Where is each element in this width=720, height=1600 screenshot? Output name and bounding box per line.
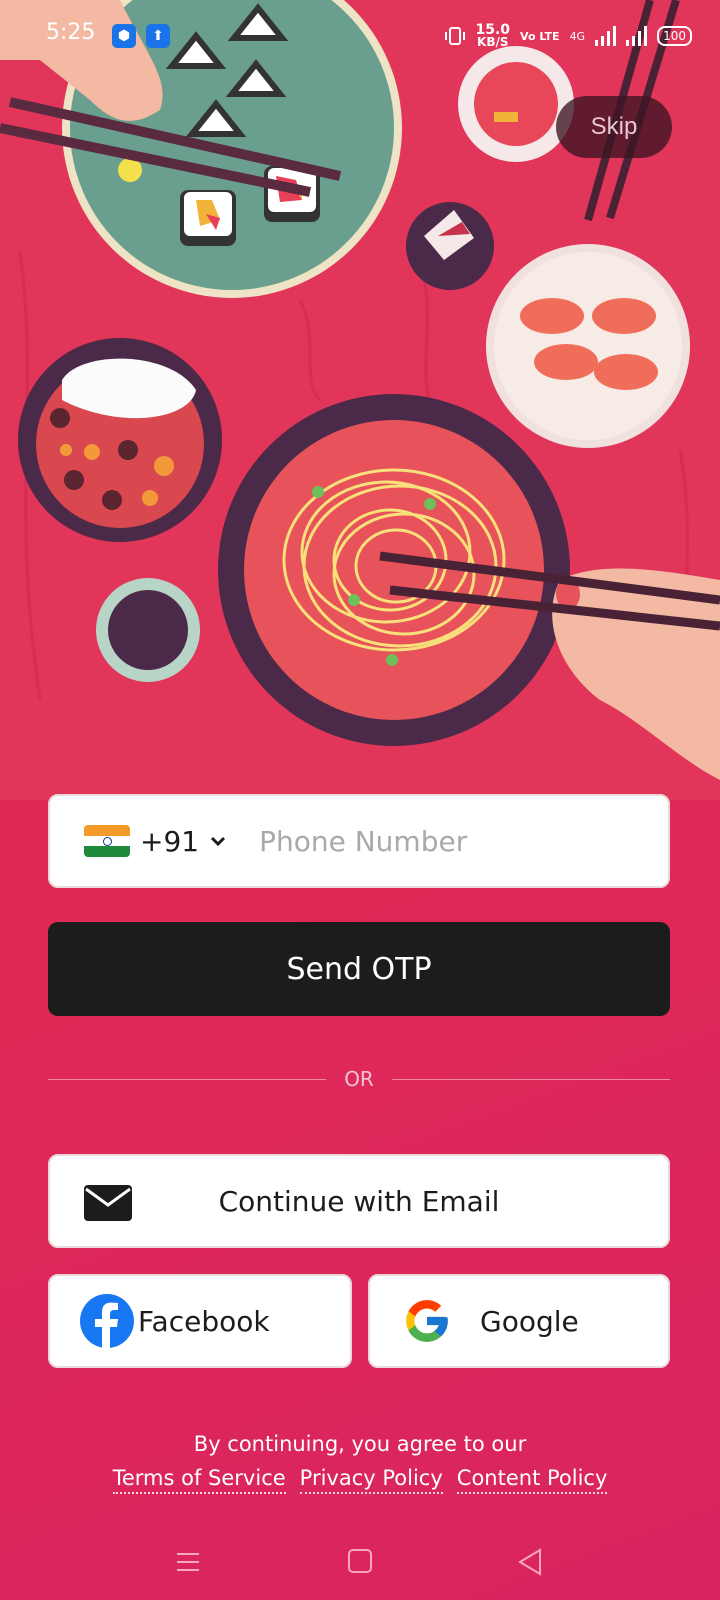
terms-of-service-link[interactable]: Terms of Service [112, 1466, 286, 1494]
google-label: Google [480, 1304, 579, 1338]
net-speed: 15.0 KB/S [475, 22, 511, 49]
divider-line [48, 1078, 327, 1080]
or-label: OR [344, 1067, 374, 1091]
signal-icon [626, 26, 648, 46]
facebook-label: Facebook [138, 1304, 270, 1338]
signal-icon [595, 26, 617, 46]
email-label: Continue with Email [218, 1184, 500, 1218]
phone-number-input[interactable] [257, 823, 668, 859]
status-right: 15.0 KB/S Vo LTE 4G 100 [444, 22, 692, 50]
divider-line [391, 1078, 671, 1080]
phone-input-box: +91 [48, 794, 670, 888]
system-nav-bar [0, 1530, 720, 1600]
battery-icon: 100 [657, 26, 692, 46]
legal-text: By continuing, you agree to our [193, 1432, 527, 1456]
network-label: 4G [569, 29, 586, 43]
privacy-policy-link[interactable]: Privacy Policy [299, 1466, 443, 1494]
facebook-button[interactable]: Facebook [48, 1274, 352, 1368]
india-flag-icon[interactable] [84, 825, 130, 857]
chevron-down-icon[interactable] [209, 832, 227, 850]
google-button[interactable]: Google [368, 1274, 670, 1368]
country-code[interactable]: +91 [140, 825, 199, 858]
status-time: 5:25 [46, 20, 96, 45]
menu-icon[interactable] [168, 1544, 208, 1580]
android-icon: ⬢ [112, 24, 136, 48]
skip-button[interactable]: Skip [556, 96, 672, 158]
google-icon [406, 1300, 448, 1342]
email-icon [84, 1185, 132, 1221]
back-icon[interactable] [510, 1544, 550, 1580]
or-divider: OR [48, 1064, 671, 1094]
vibrate-icon [444, 27, 465, 45]
usb-icon: ⬆ [146, 24, 170, 48]
facebook-icon [80, 1294, 134, 1348]
content-policy-link[interactable]: Content Policy [456, 1466, 608, 1494]
status-bar: 5:25 ⬢ ⬆ 15.0 KB/S Vo LTE 4G 100 [0, 0, 720, 72]
volte-label: Vo LTE [520, 29, 560, 43]
home-icon[interactable] [340, 1544, 380, 1580]
send-otp-button[interactable]: Send OTP [48, 922, 670, 1016]
legal-links: Terms of Service Privacy Policy Content … [0, 1466, 720, 1494]
continue-with-email-button[interactable]: Continue with Email [48, 1154, 670, 1248]
